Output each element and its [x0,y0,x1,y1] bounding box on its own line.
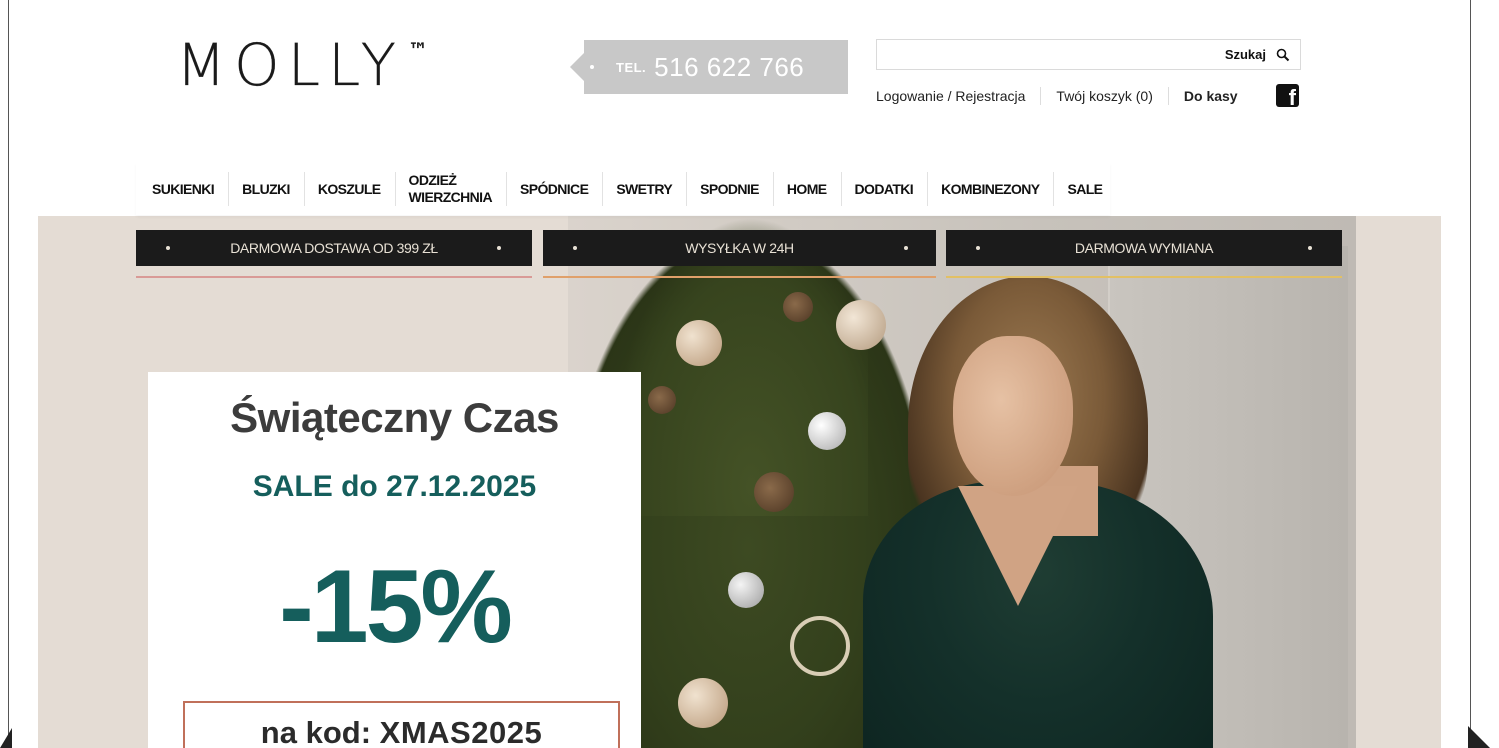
ornament [783,292,813,322]
search-button-label[interactable]: Szukaj [1225,47,1266,62]
bar-dot [904,246,908,250]
ornament [790,616,850,676]
page-frame-right [1470,0,1471,748]
nav-item-spodnie[interactable]: SPODNIE [686,172,773,206]
promo-code-prefix: na kod: [260,715,372,748]
scroll-arrow-right[interactable] [1468,726,1490,748]
ornament [648,386,676,414]
search-icon[interactable] [1276,48,1290,62]
bar-dot [976,246,980,250]
bar-dot [1308,246,1312,250]
divider [1167,87,1169,105]
nav-item-sukienki[interactable]: SUKIENKI [138,172,228,206]
cart-link[interactable]: Twój koszyk (0) [1056,88,1152,104]
phone-number: 516 622 766 [654,51,805,82]
bar-dot [497,246,501,250]
model-neckline [958,486,1078,606]
search-bar[interactable]: Szukaj [876,39,1301,70]
promo-code-box: na kod: XMAS2025 [183,701,620,748]
info-bar-free-shipping: DARMOWA DOSTAWA OD 399 ZŁ [136,230,532,266]
phone-dot [590,65,594,69]
ornament [728,572,764,608]
promo-discount: -15% [279,549,513,665]
hero-photo [568,216,1356,748]
account-links: Logowanie / Rejestracja Twój koszyk (0) … [876,86,1238,106]
info-bar-line [136,276,532,278]
info-bar-line [946,276,1342,278]
nav-item-swetry[interactable]: SWETRY [602,172,686,206]
promo-box[interactable]: Świąteczny Czas SALE do 27.12.2025 -15% … [148,372,641,748]
info-bar-line [543,276,936,278]
site-logo[interactable]: MOLLY ™ [176,34,428,96]
info-bar-free-exchange: DARMOWA WYMIANA [946,230,1342,266]
phone-banner[interactable]: TEL. 516 622 766 [570,40,848,94]
logo-text: MOLLY [176,31,405,99]
nav-item-home[interactable]: HOME [772,172,841,206]
facebook-icon[interactable]: f [1276,84,1299,107]
nav-item-bluzki[interactable]: BLUZKI [228,172,304,206]
info-bar-text: DARMOWA WYMIANA [1074,240,1214,256]
ornament [754,472,794,512]
model-face [953,336,1073,496]
ornament [678,678,728,728]
logo-trademark: ™ [408,38,429,62]
nav-item-sale[interactable]: SALE [1053,172,1116,206]
scroll-arrow-left[interactable] [0,728,12,748]
bar-dot [573,246,577,250]
main-nav: SUKIENKI BLUZKI KOSZULE ODZIEŻ WIERZCHNIA SP… [136,163,1110,215]
ornament [808,412,846,450]
bar-dot [166,246,170,250]
divider [1040,87,1042,105]
promo-title: Świąteczny Czas [230,394,559,441]
ornament [676,320,722,366]
nav-item-kombinezony[interactable]: KOMBINEZONY [927,172,1053,206]
nav-item-dodatki[interactable]: DODATKI [840,172,928,206]
checkout-link[interactable]: Do kasy [1184,88,1238,104]
nav-item-odzież-wierzchnia[interactable]: ODZIEŻ WIERZCHNIA [394,172,506,206]
nav-item-spódnice[interactable]: SPÓDNICE [505,172,602,206]
promo-sale-date: SALE do 27.12.2025 [252,470,537,503]
login-register-link[interactable]: Logowanie / Rejestracja [876,88,1025,104]
phone-label: TEL. [616,59,647,75]
ornament [836,300,886,350]
info-bar-shipping-24h: WYSYŁKA W 24H [543,230,936,266]
info-bar-text: DARMOWA DOSTAWA OD 399 ZŁ [230,240,438,256]
nav-item-koszule[interactable]: KOSZULE [303,172,395,206]
info-bar-text: WYSYŁKA W 24H [685,240,794,256]
promo-code: XMAS2025 [379,715,543,748]
page-frame-left [8,0,9,748]
promo-code-text: na kod: XMAS2025 [261,715,542,748]
